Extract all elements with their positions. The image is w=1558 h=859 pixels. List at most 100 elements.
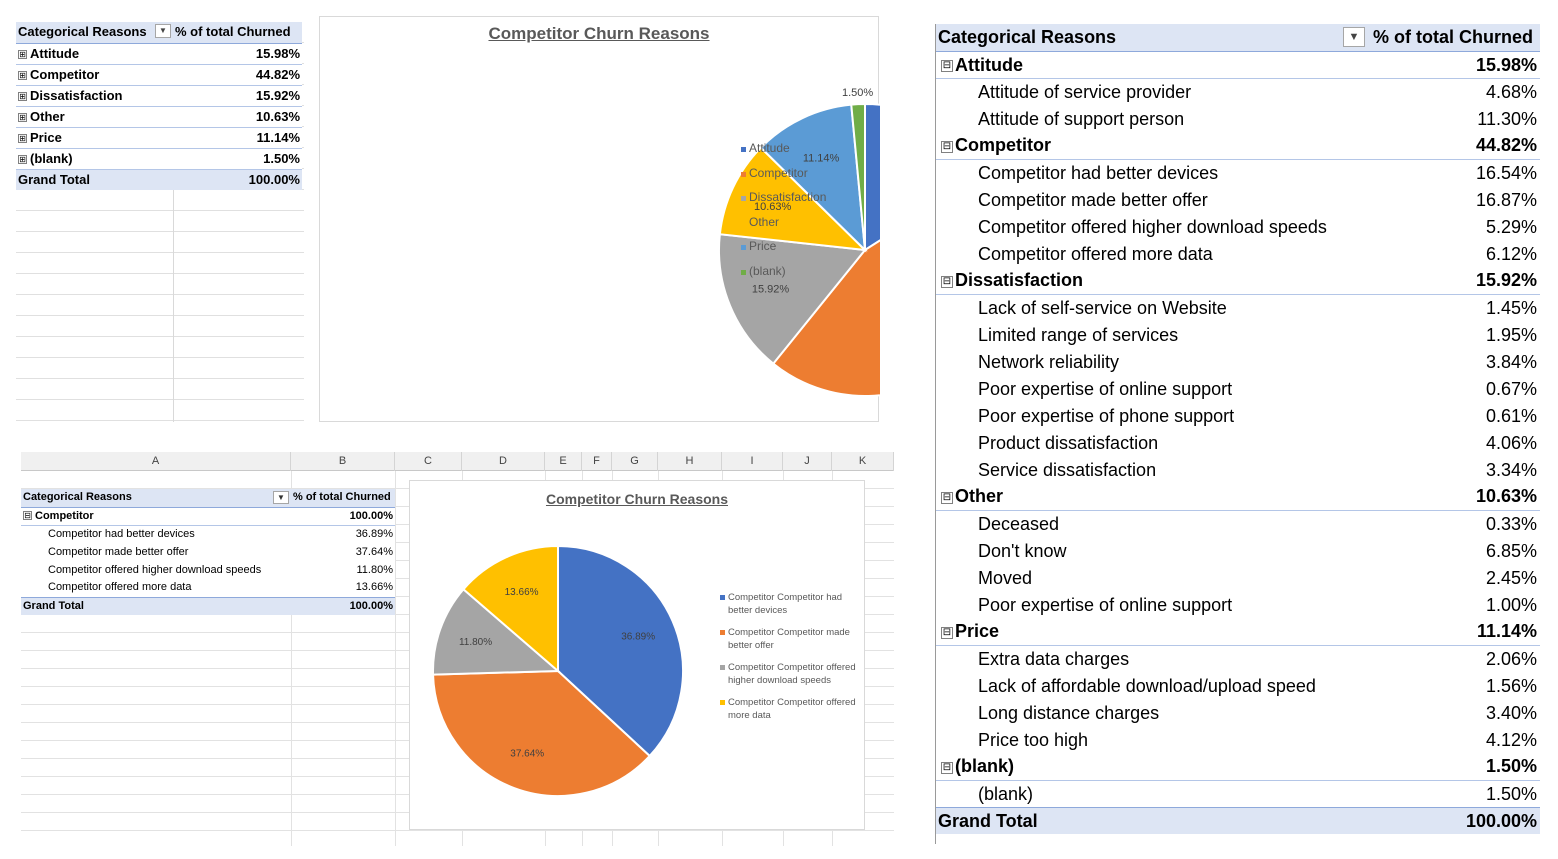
category-row[interactable]: ⊟ Dissatisfaction 15.92% bbox=[935, 267, 1540, 295]
sub-reason-value: 1.95% bbox=[1370, 321, 1540, 348]
category-value: 1.50% bbox=[1370, 753, 1540, 781]
column-header-h[interactable]: H bbox=[658, 452, 722, 471]
sub-reason-row[interactable]: Competitor had better devices 16.54% bbox=[935, 159, 1540, 186]
sub-reason-row[interactable]: Moved 2.45% bbox=[935, 564, 1540, 591]
column-header-d[interactable]: D bbox=[462, 452, 545, 471]
category-label: Attitude bbox=[30, 45, 80, 61]
category-row[interactable]: ⊟ (blank) 1.50% bbox=[935, 753, 1540, 781]
filter-dropdown-icon[interactable]: ▼ bbox=[1343, 27, 1365, 48]
column-header-a[interactable]: A bbox=[21, 452, 291, 471]
sub-reason-value: 36.89% bbox=[291, 525, 395, 543]
category-row[interactable]: ⊞ Price 11.14% bbox=[16, 127, 302, 149]
sub-reason-label: Competitor made better offer bbox=[21, 543, 291, 561]
column-header-j[interactable]: J bbox=[783, 452, 832, 471]
sub-reason-row[interactable]: Competitor had better devices 36.89% bbox=[21, 525, 395, 543]
expand-icon[interactable]: ⊞ bbox=[18, 49, 27, 59]
collapse-icon[interactable]: ⊟ bbox=[941, 140, 953, 153]
sub-reason-row[interactable]: Lack of self-service on Website 1.45% bbox=[935, 294, 1540, 321]
data-label: 37.64% bbox=[510, 748, 544, 759]
legend-entry[interactable]: Price bbox=[741, 239, 826, 264]
sub-reason-label: Competitor made better offer bbox=[935, 186, 1370, 213]
category-row[interactable]: ⊞ Other 10.63% bbox=[16, 106, 302, 128]
expand-icon[interactable]: ⊞ bbox=[18, 70, 27, 80]
collapse-icon[interactable]: ⊟ bbox=[941, 59, 953, 72]
header-categorical-reasons[interactable]: Categorical Reasons ▼ bbox=[21, 489, 291, 508]
category-row[interactable]: ⊞ Attitude 15.98% bbox=[16, 43, 302, 65]
grand-total-value: 100.00% bbox=[173, 168, 302, 190]
category-label: Other bbox=[955, 486, 1004, 507]
column-header-g[interactable]: G bbox=[612, 452, 658, 471]
header-categorical-reasons[interactable]: Categorical Reasons ▼ bbox=[16, 22, 173, 44]
sub-reason-value: 11.80% bbox=[291, 561, 395, 579]
column-header-i[interactable]: I bbox=[722, 452, 783, 471]
sub-reason-row[interactable]: Lack of affordable download/upload speed… bbox=[935, 672, 1540, 699]
churn-reasons-pie-chart[interactable]: Competitor Churn Reasons 15.98%44.82%15.… bbox=[319, 16, 880, 422]
column-header-b[interactable]: B bbox=[291, 452, 395, 471]
category-value: 10.63% bbox=[173, 106, 302, 128]
category-row-competitor[interactable]: ⊟ Competitor 100.00% bbox=[21, 507, 395, 526]
expand-icon[interactable]: ⊞ bbox=[18, 91, 27, 101]
legend-entry[interactable]: Other bbox=[741, 215, 826, 240]
collapse-icon[interactable]: ⊟ bbox=[941, 626, 953, 639]
header-categorical-reasons[interactable]: Categorical Reasons ▼ bbox=[935, 24, 1370, 52]
collapse-icon[interactable]: ⊟ bbox=[941, 491, 953, 504]
sub-reason-row[interactable]: Extra data charges 2.06% bbox=[935, 645, 1540, 672]
legend-entry[interactable]: Dissatisfaction bbox=[741, 190, 826, 215]
filter-active-icon[interactable]: ▼ bbox=[273, 491, 289, 505]
sub-reason-row[interactable]: Deceased 0.33% bbox=[935, 510, 1540, 537]
legend-entry[interactable]: Competitor Competitor offered higher dow… bbox=[720, 661, 860, 696]
expand-icon[interactable]: ⊞ bbox=[18, 133, 27, 143]
collapse-icon[interactable]: ⊟ bbox=[23, 511, 32, 521]
category-row[interactable]: ⊞ Dissatisfaction 15.92% bbox=[16, 85, 302, 107]
sub-reason-row[interactable]: Attitude of support person 11.30% bbox=[935, 105, 1540, 132]
sub-reason-row[interactable]: Poor expertise of online support 1.00% bbox=[935, 591, 1540, 618]
category-row[interactable]: ⊟ Other 10.63% bbox=[935, 483, 1540, 511]
column-header-k[interactable]: K bbox=[832, 452, 894, 471]
category-row[interactable]: ⊟ Price 11.14% bbox=[935, 618, 1540, 646]
legend-entry[interactable]: (blank) bbox=[741, 264, 826, 289]
sub-reason-row[interactable]: Competitor made better offer 37.64% bbox=[21, 543, 395, 561]
category-row[interactable]: ⊞ (blank) 1.50% bbox=[16, 148, 302, 170]
sub-reason-label: Poor expertise of online support bbox=[935, 375, 1370, 402]
pivot-header-row: Categorical Reasons ▼ % of total Churned bbox=[935, 24, 1540, 52]
sub-reason-row[interactable]: Long distance charges 3.40% bbox=[935, 699, 1540, 726]
sub-reason-row[interactable]: Poor expertise of online support 0.67% bbox=[935, 375, 1540, 402]
column-header-e[interactable]: E bbox=[545, 452, 582, 471]
sub-reason-row[interactable]: Service dissatisfaction 3.34% bbox=[935, 456, 1540, 483]
sub-reason-row[interactable]: Product dissatisfaction 4.06% bbox=[935, 429, 1540, 456]
pie-slice[interactable] bbox=[864, 102, 880, 252]
filter-dropdown-icon[interactable]: ▼ bbox=[155, 24, 171, 39]
legend-entry[interactable]: Competitor Competitor made better offer bbox=[720, 626, 860, 661]
legend-swatch bbox=[720, 665, 725, 670]
category-row[interactable]: ⊟ Competitor 44.82% bbox=[935, 132, 1540, 160]
category-row[interactable]: ⊟ Attitude 15.98% bbox=[935, 51, 1540, 79]
column-header-f[interactable]: F bbox=[582, 452, 612, 471]
competitor-breakdown-pie-chart[interactable]: Competitor Churn Reasons 36.89% 37.64% 11.… bbox=[409, 480, 865, 830]
sub-reason-row[interactable]: Network reliability 3.84% bbox=[935, 348, 1540, 375]
expand-icon[interactable]: ⊞ bbox=[18, 154, 27, 164]
sub-reason-row[interactable]: Attitude of service provider 4.68% bbox=[935, 78, 1540, 105]
legend-entry[interactable]: Attitude bbox=[741, 141, 826, 166]
category-row[interactable]: ⊞ Competitor 44.82% bbox=[16, 64, 302, 86]
sub-reason-row[interactable]: Competitor offered more data 13.66% bbox=[21, 579, 395, 597]
sub-reason-value: 3.34% bbox=[1370, 456, 1540, 483]
sub-reason-row[interactable]: Price too high 4.12% bbox=[935, 726, 1540, 753]
category-value: 15.98% bbox=[173, 43, 302, 65]
column-header-c[interactable]: C bbox=[395, 452, 462, 471]
sub-reason-row[interactable]: Don't know 6.85% bbox=[935, 537, 1540, 564]
sub-reason-row[interactable]: (blank) 1.50% bbox=[935, 780, 1540, 807]
sub-reason-row[interactable]: Competitor offered more data 6.12% bbox=[935, 240, 1540, 267]
grand-total-row: Grand Total 100.00% bbox=[16, 168, 302, 190]
legend-entry[interactable]: Competitor Competitor had better devices bbox=[720, 591, 860, 626]
legend-entry[interactable]: Competitor Competitor offered more data bbox=[720, 696, 860, 731]
sub-reason-label: Long distance charges bbox=[935, 699, 1370, 726]
expand-icon[interactable]: ⊞ bbox=[18, 112, 27, 122]
sub-reason-row[interactable]: Competitor offered higher download speed… bbox=[935, 213, 1540, 240]
collapse-icon[interactable]: ⊟ bbox=[941, 275, 953, 288]
sub-reason-row[interactable]: Competitor offered higher download speed… bbox=[21, 561, 395, 579]
sub-reason-row[interactable]: Limited range of services 1.95% bbox=[935, 321, 1540, 348]
collapse-icon[interactable]: ⊟ bbox=[941, 761, 953, 774]
legend-entry[interactable]: Competitor bbox=[741, 166, 826, 191]
sub-reason-row[interactable]: Competitor made better offer 16.87% bbox=[935, 186, 1540, 213]
sub-reason-row[interactable]: Poor expertise of phone support 0.61% bbox=[935, 402, 1540, 429]
